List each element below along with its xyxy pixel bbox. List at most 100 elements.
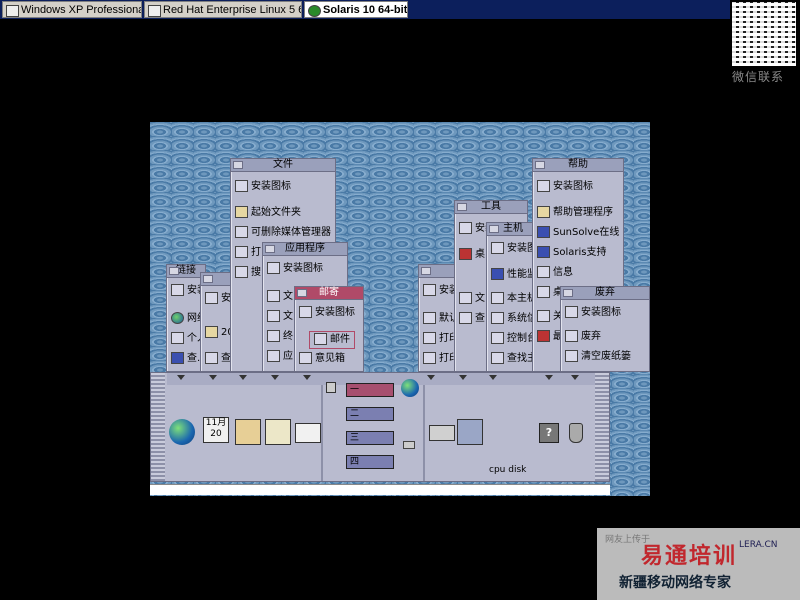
minimize-icon[interactable] (233, 161, 243, 169)
minimize-icon[interactable] (457, 203, 467, 211)
help-manager-icon (537, 206, 550, 218)
globe-icon[interactable] (401, 379, 419, 397)
subpanel-title: 工具 (455, 201, 527, 214)
arrow-cards[interactable] (209, 375, 217, 380)
desktop-icon (459, 248, 472, 260)
vm-icon (148, 5, 161, 17)
subpanel-item[interactable]: Solaris支持 (537, 245, 606, 261)
subpanel-item[interactable]: 帮助管理程序 (537, 205, 613, 221)
subpanel-item[interactable]: 本主机 (491, 291, 537, 307)
subpanel-item[interactable]: SunSolve在线 (537, 225, 619, 241)
browser-globe-icon[interactable] (169, 419, 195, 445)
subpanel-cards: 安装 20 查... (200, 272, 241, 372)
subpanel-item[interactable]: 信息 (537, 265, 573, 281)
minimize-icon[interactable] (535, 161, 545, 169)
subpanel-title: 应用程序 (263, 243, 347, 256)
minimize-icon[interactable] (421, 267, 431, 275)
arrow-trash[interactable] (571, 375, 579, 380)
terminal-icon (267, 330, 280, 342)
front-panel-minimize-handle[interactable] (595, 373, 609, 481)
mail-icon[interactable] (295, 423, 321, 443)
workspace-button-3[interactable]: 三 (346, 431, 394, 445)
subpanel-item[interactable]: 安装图标 (235, 179, 291, 195)
subpanel-printers: 安装 默认 打印 打印 (418, 264, 459, 372)
screen-bottom-strip (150, 484, 610, 495)
install-icon (459, 222, 472, 234)
install-icon (299, 306, 312, 318)
arrow-help[interactable] (545, 375, 553, 380)
minimize-icon[interactable] (265, 245, 275, 253)
calendar-icon (205, 326, 218, 338)
text-editor-icon (267, 290, 280, 302)
install-icon (491, 242, 504, 254)
subpanel-title (419, 265, 457, 278)
system-info-icon (491, 312, 504, 324)
subpanel-title (201, 273, 233, 286)
cde-front-panel: 11月 20 一 二 三 四 cpu disk ? (150, 372, 610, 482)
minimize-icon[interactable] (563, 289, 573, 297)
subpanel-item[interactable]: 可删除媒体管理器 (235, 225, 331, 241)
calendar-icon[interactable]: 11月 20 (203, 417, 229, 443)
install-icon (537, 180, 550, 192)
minimize-icon[interactable] (169, 267, 179, 275)
watermark-subtitle: 新疆移动网络专家 (619, 575, 731, 591)
search-icon (235, 266, 248, 278)
tab-solaris10[interactable]: Solaris 10 64-bit (304, 1, 408, 18)
printer-icon (423, 312, 436, 324)
arrow-tools[interactable] (459, 375, 467, 380)
brand-watermark: 网友上传于 易通培训 LERA.CN 新疆移动网络专家 (597, 528, 800, 600)
help-icon[interactable]: ? (539, 423, 559, 443)
workspace-button-2[interactable]: 二 (346, 407, 394, 421)
arrow-apps[interactable] (271, 375, 279, 380)
tab-windows-xp[interactable]: Windows XP Professional (2, 1, 142, 18)
home-folder-icon[interactable] (235, 419, 261, 445)
printer-icon[interactable] (429, 425, 455, 441)
recent-icon (537, 330, 550, 342)
subpanel-item[interactable]: 安装图标 (565, 305, 621, 321)
performance-meter-icon (491, 268, 504, 280)
workspace-button-4[interactable]: 四 (346, 455, 394, 469)
subpanel-item[interactable]: 起始文件夹 (235, 205, 301, 221)
subpanel-item[interactable]: 控制台 (491, 331, 537, 347)
performance-meter-icon[interactable] (457, 419, 483, 445)
arrow-file[interactable] (239, 375, 247, 380)
subpanel-item[interactable]: 废弃 (565, 329, 601, 345)
minimize-icon[interactable] (203, 275, 213, 283)
find-host-icon (491, 352, 504, 364)
about-icon (537, 310, 550, 322)
subpanel-item[interactable]: 安装图标 (267, 261, 323, 277)
front-panel-move-handle[interactable] (151, 373, 165, 481)
arrow-links[interactable] (177, 375, 185, 380)
arrow-printers[interactable] (427, 375, 435, 380)
trash-icon[interactable] (569, 423, 583, 443)
install-icon (267, 262, 280, 274)
arrow-mail[interactable] (303, 375, 311, 380)
lock-icon[interactable] (326, 382, 336, 393)
qr-code-image (732, 2, 796, 66)
minimize-icon[interactable] (297, 289, 307, 297)
solaris-support-icon (537, 246, 550, 258)
subpanel-item[interactable]: 安装图标 (299, 305, 355, 321)
text-editor-icon[interactable] (265, 419, 291, 445)
front-panel-divider (423, 385, 425, 481)
removable-media-icon (235, 226, 248, 238)
front-panel-divider (321, 385, 323, 481)
find-icon (205, 352, 218, 364)
minimize-icon[interactable] (489, 225, 499, 233)
arrow-hosts[interactable] (489, 375, 497, 380)
subpanel-item[interactable]: 安装图标 (537, 179, 593, 195)
workspace-button-1[interactable]: 一 (346, 383, 394, 397)
subpanel-title: 废弃 (561, 287, 649, 300)
subpanel-item[interactable]: 意见箱 (299, 351, 345, 367)
tab-label: Solaris 10 64-bit (323, 4, 408, 16)
subpanel-item[interactable]: 邮件 (309, 331, 355, 349)
console-icon (491, 332, 504, 344)
tab-rhel5[interactable]: Red Hat Enterprise Linux 5 6... (144, 1, 302, 18)
subpanel-item[interactable]: 清空废纸篓 (565, 349, 631, 365)
install-icon (205, 292, 218, 304)
text-icon (459, 292, 472, 304)
find-icon (459, 312, 472, 324)
mail-icon (314, 333, 327, 345)
vm-screen[interactable]: 链接 安装 网络 个人 查... 安装 20 查... 文件 安装图标 起始文件… (150, 122, 650, 496)
install-icon (565, 306, 578, 318)
